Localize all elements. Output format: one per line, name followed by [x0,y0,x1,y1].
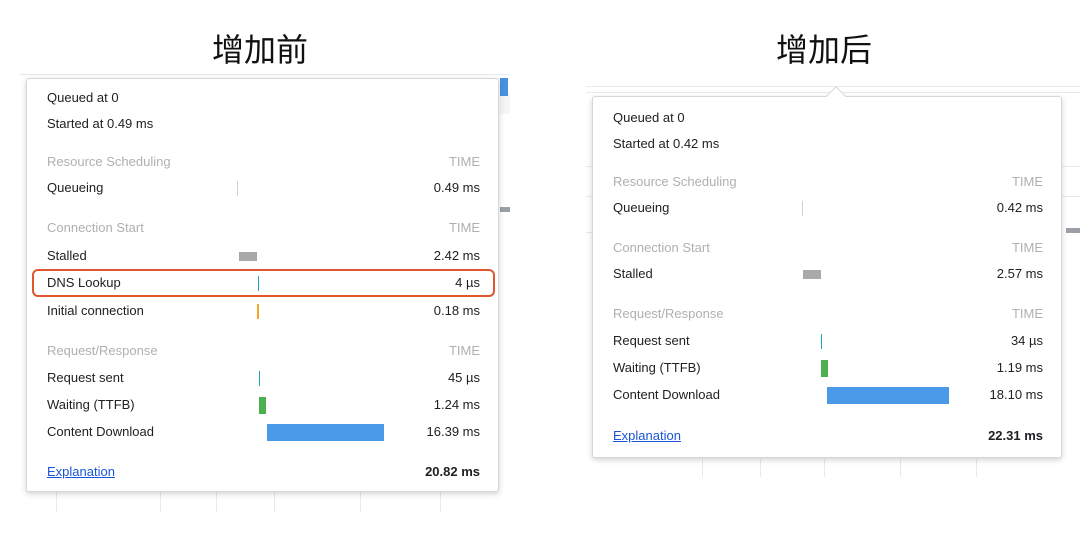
explanation-link[interactable]: Explanation [613,425,681,447]
row-label: Initial connection [47,303,144,318]
row-label: Stalled [613,266,653,281]
row-label: Queueing [47,180,104,195]
row-value: 16.39 ms [426,424,480,439]
stalled-bar [803,270,821,279]
timing-row-dns-lookup: DNS Lookup 4 µs [27,272,498,294]
row-value: 2.57 ms [996,266,1043,281]
time-column-label: TIME [448,154,480,169]
queueing-bar [237,181,238,196]
explanation-link[interactable]: Explanation [47,461,115,483]
dns-lookup-bar [258,276,259,291]
ttfb-bar [821,360,828,377]
row-value: 18.10 ms [989,387,1043,402]
queued-text: Queued at 0 [47,90,119,105]
ttfb-bar [259,397,266,414]
request-sent-bar [821,334,822,349]
time-column-label: TIME [1011,240,1043,255]
queueing-bar [802,201,803,216]
row-value: 0.18 ms [433,303,480,318]
content-download-bar [827,387,949,404]
stalled-bar [239,252,257,261]
timing-row-request-sent: Request sent 34 µs [593,330,1061,352]
started-text: Started at 0.49 ms [47,116,154,131]
section-title: Connection Start [613,240,710,255]
row-value: 2.42 ms [433,248,480,263]
timing-row-content-download: Content Download 18.10 ms [593,384,1061,406]
section-header-resource-scheduling: Resource Scheduling TIME [593,171,1061,193]
row-value: 0.42 ms [996,200,1043,215]
timing-row-waiting-ttfb: Waiting (TTFB) 1.19 ms [593,357,1061,379]
row-label: Waiting (TTFB) [613,360,701,375]
section-title: Request/Response [613,306,724,321]
queued-text: Queued at 0 [613,110,685,125]
timing-row-stalled: Stalled 2.42 ms [27,245,498,267]
section-title: Request/Response [47,343,158,358]
heading-after: 增加后 [776,31,873,69]
section-header-connection-start: Connection Start TIME [593,237,1061,259]
timing-row-queueing: Queueing 0.49 ms [27,177,498,199]
timing-row-initial-connection: Initial connection 0.18 ms [27,300,498,322]
timing-footer: Explanation 20.82 ms [27,461,498,483]
backdrop-blue-bar [500,78,508,96]
timing-row-queueing: Queueing 0.42 ms [593,197,1061,219]
timing-popup-before: Queued at 0 Started at 0.49 ms Resource … [26,78,499,492]
row-label: Stalled [47,248,87,263]
section-title: Resource Scheduling [613,174,737,189]
timing-row-waiting-ttfb: Waiting (TTFB) 1.24 ms [27,394,498,416]
time-column-label: TIME [1011,306,1043,321]
request-sent-bar [259,371,260,386]
total-time: 20.82 ms [425,464,480,479]
timing-row-content-download: Content Download 16.39 ms [27,421,498,443]
started-text: Started at 0.42 ms [613,136,720,151]
section-header-request-response: Request/Response TIME [593,303,1061,325]
timing-popup-after: Queued at 0 Started at 0.42 ms Resource … [592,86,1062,458]
row-label: Queueing [613,200,670,215]
time-column-label: TIME [1011,174,1043,189]
heading-before: 增加前 [212,31,309,69]
section-header-resource-scheduling: Resource Scheduling TIME [27,151,498,173]
row-label: Request sent [47,370,124,385]
row-value: 4 µs [455,275,480,290]
row-value: 34 µs [1010,333,1043,348]
row-label: Waiting (TTFB) [47,397,135,412]
timing-row-stalled: Stalled 2.57 ms [593,263,1061,285]
row-label: Content Download [613,387,720,402]
content-download-bar [267,424,384,441]
total-time: 22.31 ms [988,428,1043,443]
time-column-label: TIME [448,220,480,235]
row-label: DNS Lookup [47,275,121,290]
row-label: Request sent [613,333,690,348]
section-title: Connection Start [47,220,144,235]
time-column-label: TIME [448,343,480,358]
row-value: 1.24 ms [433,397,480,412]
row-value: 0.49 ms [433,180,480,195]
section-header-request-response: Request/Response TIME [27,340,498,362]
section-title: Resource Scheduling [47,154,171,169]
initial-connection-bar [257,304,259,319]
timing-footer: Explanation 22.31 ms [593,425,1061,447]
row-value: 1.19 ms [996,360,1043,375]
section-header-connection-start: Connection Start TIME [27,217,498,239]
row-label: Content Download [47,424,154,439]
row-value: 45 µs [447,370,480,385]
timing-row-request-sent: Request sent 45 µs [27,367,498,389]
